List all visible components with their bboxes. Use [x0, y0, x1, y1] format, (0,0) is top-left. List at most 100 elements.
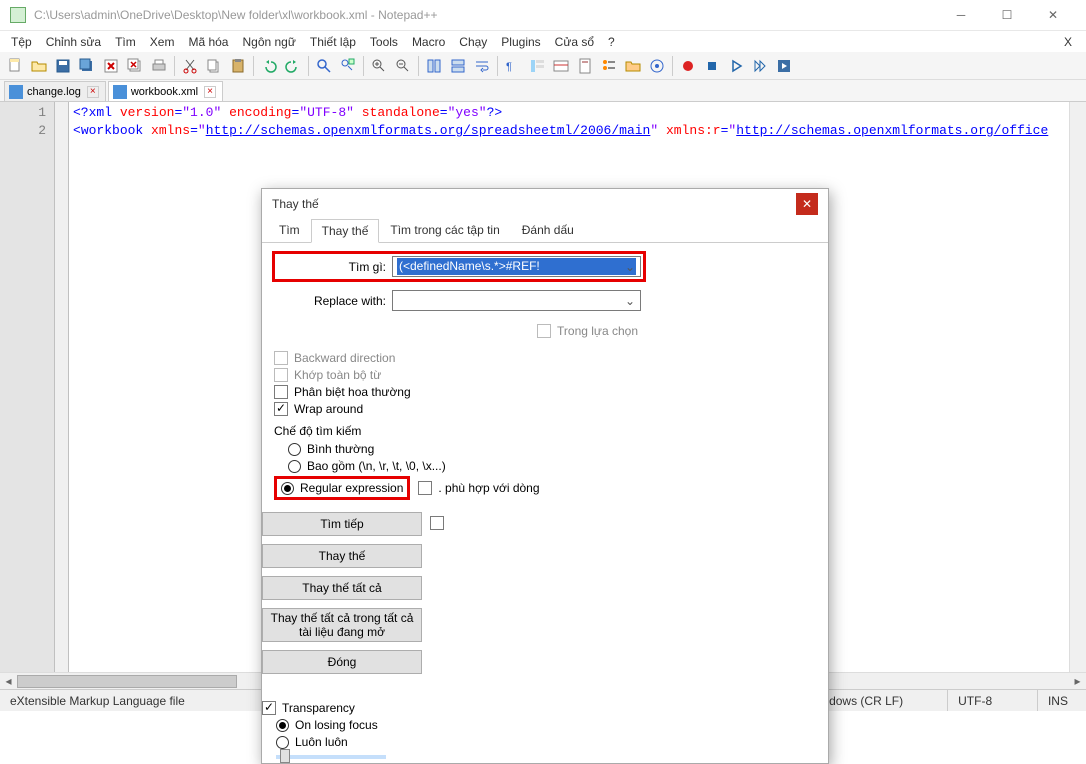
- search-mode-regex[interactable]: Regular expression: [281, 481, 403, 495]
- zoom-in-icon[interactable]: [368, 55, 390, 77]
- find-icon[interactable]: [313, 55, 335, 77]
- doc-map-icon[interactable]: [574, 55, 596, 77]
- menu-view[interactable]: Xem: [143, 33, 182, 51]
- menu-window[interactable]: Cửa sổ: [548, 33, 601, 51]
- search-mode-extended[interactable]: Bao gồm (\n, \r, \t, \0, \x...): [288, 459, 644, 473]
- find-row-highlight: Tìm gì: (<definedName\s.*>#REF!<\/define…: [274, 253, 644, 280]
- tab-find-in-files[interactable]: Tìm trong các tập tin: [379, 218, 510, 242]
- menu-settings[interactable]: Thiết lập: [303, 33, 363, 51]
- search-mode-normal[interactable]: Bình thường: [288, 442, 644, 456]
- close-tab-icon[interactable]: ×: [87, 86, 99, 98]
- status-insert-mode[interactable]: INS: [1038, 690, 1086, 711]
- scroll-thumb[interactable]: [17, 675, 237, 688]
- close-tab-icon[interactable]: ×: [204, 86, 216, 98]
- redo-icon[interactable]: [282, 55, 304, 77]
- menu-encoding[interactable]: Mã hóa: [181, 33, 235, 51]
- play-macro-icon[interactable]: [725, 55, 747, 77]
- menu-edit[interactable]: Chỉnh sửa: [39, 33, 108, 51]
- dropdown-icon[interactable]: ⌄: [622, 259, 638, 275]
- replace-input[interactable]: ⌄: [392, 290, 641, 311]
- in-selection-checkbox[interactable]: Trong lựa chọn: [537, 324, 638, 338]
- regex-dot-matches-newline[interactable]: . phù hợp với dòng: [418, 481, 539, 495]
- transparency-checkbox[interactable]: Transparency: [262, 701, 422, 715]
- transparency-always[interactable]: Luôn luôn: [276, 735, 422, 749]
- save-macro-icon[interactable]: [773, 55, 795, 77]
- menu-tools[interactable]: Tools: [363, 33, 405, 51]
- search-mode-label: Chế độ tìm kiếm: [274, 424, 644, 438]
- copy-icon[interactable]: [203, 55, 225, 77]
- window-title: C:\Users\admin\OneDrive\Desktop\New fold…: [34, 8, 938, 22]
- replace-label: Replace with:: [277, 294, 392, 308]
- find-next-toggle-checkbox[interactable]: [430, 516, 444, 530]
- monitoring-icon[interactable]: [646, 55, 668, 77]
- sync-v-icon[interactable]: [423, 55, 445, 77]
- transparency-slider[interactable]: [276, 755, 386, 759]
- open-file-icon[interactable]: [28, 55, 50, 77]
- menu-run[interactable]: Chạy: [452, 33, 494, 51]
- backward-checkbox[interactable]: Backward direction: [274, 351, 644, 365]
- replace-icon[interactable]: [337, 55, 359, 77]
- scroll-left-icon[interactable]: ◂: [0, 673, 17, 689]
- dialog-titlebar[interactable]: Thay thế ✕: [262, 189, 828, 219]
- maximize-button[interactable]: ☐: [984, 0, 1030, 31]
- wrap-around-checkbox[interactable]: Wrap around: [274, 402, 644, 416]
- menu-bar: Tệp Chỉnh sửa Tìm Xem Mã hóa Ngôn ngữ Th…: [0, 31, 1086, 52]
- menu-language[interactable]: Ngôn ngữ: [235, 33, 302, 51]
- folder-panel-icon[interactable]: [622, 55, 644, 77]
- scroll-right-icon[interactable]: ▸: [1069, 673, 1086, 689]
- menu-macro[interactable]: Macro: [405, 33, 452, 51]
- close-file-icon[interactable]: [100, 55, 122, 77]
- status-encoding[interactable]: UTF-8: [948, 690, 1038, 711]
- show-all-chars-icon[interactable]: ¶: [502, 55, 524, 77]
- menu-plugins[interactable]: Plugins: [494, 33, 547, 51]
- menu-file[interactable]: Tệp: [4, 33, 39, 51]
- tab-mark[interactable]: Đánh dấu: [511, 218, 585, 242]
- dropdown-icon[interactable]: ⌄: [622, 293, 638, 309]
- record-macro-icon[interactable]: [677, 55, 699, 77]
- menubar-close-x[interactable]: X: [1064, 35, 1082, 49]
- find-next-button[interactable]: Tìm tiếp: [262, 512, 422, 536]
- replace-all-button[interactable]: Thay thế tất cả: [262, 576, 422, 600]
- zoom-out-icon[interactable]: [392, 55, 414, 77]
- play-multi-icon[interactable]: [749, 55, 771, 77]
- replace-button[interactable]: Thay thế: [262, 544, 422, 568]
- find-value: (<definedName\s.*>#REF!<\/definedName>): [397, 258, 636, 275]
- paste-icon[interactable]: [227, 55, 249, 77]
- transparency-on-losing-focus[interactable]: On losing focus: [276, 718, 422, 732]
- undo-icon[interactable]: [258, 55, 280, 77]
- svg-text:¶: ¶: [506, 61, 512, 73]
- dialog-close-button[interactable]: ✕: [796, 193, 818, 215]
- new-file-icon[interactable]: [4, 55, 26, 77]
- save-all-icon[interactable]: [76, 55, 98, 77]
- app-icon: [10, 7, 26, 23]
- wrap-icon[interactable]: [471, 55, 493, 77]
- file-tab-change-log[interactable]: change.log ×: [4, 81, 106, 101]
- window-close-button[interactable]: ✕: [1030, 0, 1076, 31]
- file-tab-label: workbook.xml: [131, 86, 198, 98]
- slider-thumb[interactable]: [280, 749, 290, 763]
- cut-icon[interactable]: [179, 55, 201, 77]
- replace-all-open-button[interactable]: Thay thế tất cả trong tất cả tài liệu đa…: [262, 608, 422, 642]
- tab-find[interactable]: Tìm: [268, 218, 311, 242]
- match-case-checkbox[interactable]: Phân biệt hoa thường: [274, 385, 644, 399]
- lang-icon[interactable]: [550, 55, 572, 77]
- file-tab-workbook-xml[interactable]: workbook.xml ×: [108, 81, 223, 101]
- menu-help[interactable]: ?: [601, 33, 622, 51]
- indent-guide-icon[interactable]: [526, 55, 548, 77]
- close-all-icon[interactable]: [124, 55, 146, 77]
- file-tab-label: change.log: [27, 86, 81, 98]
- sync-h-icon[interactable]: [447, 55, 469, 77]
- toolbar: ¶: [0, 52, 1086, 80]
- file-tab-strip: change.log × workbook.xml ×: [0, 80, 1086, 102]
- find-input[interactable]: (<definedName\s.*>#REF!<\/definedName>) …: [392, 256, 641, 277]
- tab-replace[interactable]: Thay thế: [311, 219, 380, 243]
- stop-macro-icon[interactable]: [701, 55, 723, 77]
- close-button[interactable]: Đóng: [262, 650, 422, 674]
- save-icon[interactable]: [52, 55, 74, 77]
- whole-word-checkbox[interactable]: Khớp toàn bộ từ: [274, 368, 644, 382]
- vertical-scrollbar[interactable]: [1069, 102, 1086, 672]
- menu-find[interactable]: Tìm: [108, 33, 143, 51]
- func-list-icon[interactable]: [598, 55, 620, 77]
- print-icon[interactable]: [148, 55, 170, 77]
- minimize-button[interactable]: ─: [938, 0, 984, 31]
